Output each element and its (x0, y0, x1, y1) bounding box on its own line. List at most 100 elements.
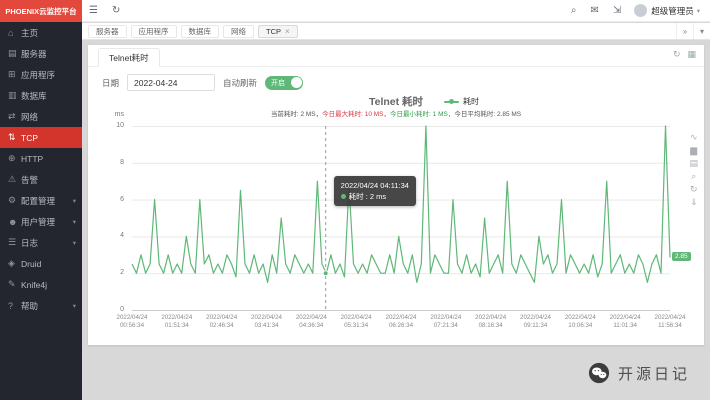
tab-application[interactable]: 应用程序 (131, 25, 177, 38)
message-icon[interactable]: ✉ (590, 5, 598, 16)
tab-server[interactable]: 服务器 (88, 25, 127, 38)
tab-tcp[interactable]: TCP × (258, 25, 298, 38)
chart-title: Telnet 耗时 (96, 94, 696, 109)
sidebar-item-label: 服务器 (21, 48, 47, 60)
header-right-icons: ⌕ ✉ ⇲ (564, 5, 628, 16)
sidebar-item-home[interactable]: ⌂主页 (0, 22, 82, 43)
sidebar-item-label: TCP (21, 133, 38, 143)
network-icon: ⇄ (8, 111, 21, 122)
y-axis-label: 0 (96, 306, 124, 313)
chart-subtitle-segment: 今日平均耗时: 2.85 MS (454, 111, 521, 118)
wechat-icon (588, 362, 610, 384)
save-image-icon[interactable]: ⇓ (689, 197, 698, 207)
x-axis-label: 2022/04/2408:16:34 (468, 314, 514, 330)
x-axis-date: 2022/04/24 (333, 314, 379, 322)
y-axis-label: 2 (96, 269, 124, 276)
restore-icon[interactable]: ↻ (689, 184, 698, 194)
legend-item-haoshi[interactable]: 耗时 (444, 96, 479, 107)
tab-actions-icon[interactable]: ▾ (693, 23, 710, 39)
sidebar-item-application[interactable]: ⊞应用程序 (0, 64, 82, 85)
x-axis-time: 11:56:34 (647, 322, 693, 330)
x-axis-date: 2022/04/24 (109, 314, 155, 322)
x-axis-time: 10:06:34 (557, 322, 603, 330)
http-icon: ⊕ (8, 153, 21, 164)
date-input[interactable] (127, 74, 215, 91)
current-value-tag: 2.85 (672, 252, 691, 261)
inner-tab-telnet[interactable]: Telnet耗时 (98, 48, 160, 67)
y-axis-label: 4 (96, 232, 124, 239)
y-axis-label: 10 (96, 122, 124, 129)
sidebar-item-label: 告警 (21, 174, 38, 186)
chart-subtitle: 当前耗时: 2 MS，今日最大耗时: 10 MS，今日最小耗时: 1 MS，今日… (96, 108, 696, 118)
chevron-down-icon: ▾ (697, 7, 700, 15)
chevron-down-icon: ▾ (73, 218, 76, 226)
home-icon: ⌂ (8, 28, 21, 38)
search-icon[interactable]: ⌕ (571, 5, 577, 16)
x-axis-date: 2022/04/24 (468, 314, 514, 322)
sidebar-item-label: 数据库 (21, 90, 47, 102)
gear-icon: ⚙ (8, 195, 21, 206)
sidebar-item-config[interactable]: ⚙配置管理▾ (0, 190, 82, 211)
sidebar-item-help[interactable]: ?帮助▾ (0, 295, 82, 316)
sidebar-item-label: 用户管理 (21, 216, 55, 228)
tab-database[interactable]: 数据库 (181, 25, 220, 38)
controls-row: 日期 自动刷新 开启 (88, 67, 704, 94)
sidebar-item-server[interactable]: ▤服务器 (0, 43, 82, 64)
sidebar-item-label: 网络 (21, 111, 38, 123)
menu-fold-icon[interactable]: ☰ (89, 5, 98, 16)
sidebar-item-druid[interactable]: ◈Druid (0, 253, 82, 274)
sidebar-item-alarm[interactable]: ⚠告警 (0, 169, 82, 190)
sidebar-item-http[interactable]: ⊕HTTP (0, 148, 82, 169)
refresh-icon[interactable]: ↻ (673, 49, 681, 60)
x-axis-date: 2022/04/24 (378, 314, 424, 322)
sidebar-item-network[interactable]: ⇄网络 (0, 106, 82, 127)
sidebar: PHOENIX云监控平台 ⌂主页▤服务器⊞应用程序▥数据库⇄网络⇅TCP⊕HTT… (0, 0, 82, 400)
auto-refresh-toggle[interactable]: 开启 (265, 76, 303, 90)
x-axis-label: 2022/04/2407:21:34 (423, 314, 469, 330)
x-axis-time: 04:36:34 (288, 322, 334, 330)
avatar[interactable] (634, 4, 647, 17)
zoom-icon[interactable]: ⌕ (689, 171, 698, 181)
legend-label: 耗时 (463, 96, 479, 107)
x-axis-time: 05:31:34 (333, 322, 379, 330)
druid-icon: ◈ (8, 258, 21, 269)
header-left-icons: ☰↻ (82, 5, 127, 16)
top-header: ☰↻ ⌕✉⇲ 超级管理员 ▾ (82, 0, 710, 22)
refresh-icon[interactable]: ↻ (112, 5, 120, 16)
sidebar-item-logs[interactable]: ☰日志▾ (0, 232, 82, 253)
chevron-down-icon: ▾ (73, 239, 76, 247)
x-axis-time: 00:56:34 (109, 322, 155, 330)
layout-grid-icon[interactable]: ▦ (687, 49, 696, 60)
x-axis-time: 08:16:34 (468, 322, 514, 330)
tab-network[interactable]: 网络 (223, 25, 254, 38)
more-tabs-icon[interactable]: » (676, 23, 693, 39)
line-chart-icon[interactable]: ∿ (689, 132, 698, 142)
bar-chart-icon[interactable]: ▆ (689, 145, 698, 155)
x-axis-date: 2022/04/24 (423, 314, 469, 322)
sidebar-item-users[interactable]: ☻用户管理▾ (0, 211, 82, 232)
tab-label: TCP (266, 27, 281, 36)
data-view-icon[interactable]: ▤ (689, 158, 698, 168)
x-axis-date: 2022/04/24 (154, 314, 200, 322)
app-icon: ⊞ (8, 69, 21, 80)
sidebar-item-database[interactable]: ▥数据库 (0, 85, 82, 106)
x-axis-time: 06:26:34 (378, 322, 424, 330)
x-axis-label: 2022/04/2405:31:34 (333, 314, 379, 330)
tab-bar: 服务器应用程序 数据库网络 TCP × »▾ (82, 23, 710, 40)
sidebar-item-knife4j[interactable]: ✎Knife4j (0, 274, 82, 295)
x-axis-label: 2022/04/2403:41:34 (244, 314, 290, 330)
tab-label: 数据库 (189, 26, 212, 37)
chart-subtitle-segment: 今日最大耗时: 10 MS， (322, 111, 390, 118)
close-icon[interactable]: × (285, 27, 290, 36)
current-user[interactable]: 超级管理员 (651, 5, 694, 17)
fullscreen-icon[interactable]: ⇲ (613, 5, 621, 16)
x-axis-date: 2022/04/24 (647, 314, 693, 322)
content: Telnet耗时 ↻ ▦ 日期 自动刷新 开启 Telnet 耗时 当前耗时: 2… (82, 41, 710, 400)
tooltip-value: 耗时 : 2 ms (349, 191, 387, 202)
date-label: 日期 (102, 77, 119, 89)
x-axis-date: 2022/04/24 (513, 314, 559, 322)
sidebar-item-tcp[interactable]: ⇅TCP (0, 127, 82, 148)
chart-subtitle-segment: 当前耗时: 2 MS， (271, 111, 322, 118)
x-axis-date: 2022/04/24 (557, 314, 603, 322)
tabbar-actions: »▾ (676, 23, 710, 39)
